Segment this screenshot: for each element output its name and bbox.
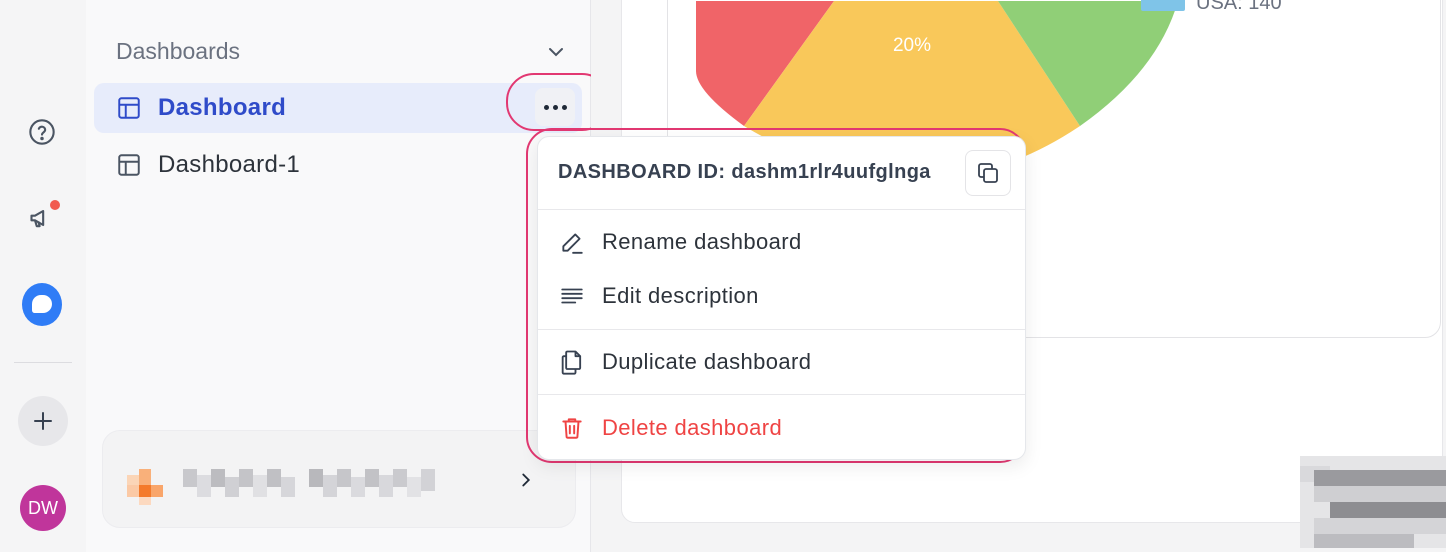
rename-dashboard-item[interactable]: Rename dashboard — [538, 215, 1025, 269]
menu-item-label: Delete dashboard — [602, 415, 783, 440]
menu-divider — [538, 329, 1025, 330]
sidebar: Dashboards Dashboard Dashboard-1 — [86, 0, 610, 552]
trash-icon — [558, 414, 586, 442]
notification-dot — [49, 199, 61, 211]
add-button[interactable] — [18, 396, 68, 446]
sidebar-item-label: Dashboard — [158, 94, 287, 121]
sidebar-item-label: Dashboard-1 — [158, 151, 301, 178]
menu-item-label: Edit description — [602, 283, 759, 308]
sidebar-item-dashboard-1[interactable]: Dashboard-1 — [94, 140, 582, 190]
announcement-icon[interactable] — [22, 198, 62, 238]
legend-label: USA: 140 — [1196, 0, 1282, 14]
pencil-icon — [558, 228, 586, 256]
blurred-widget — [1300, 456, 1446, 548]
dashboard-layout-icon — [116, 152, 142, 178]
chevron-right-icon — [515, 469, 537, 491]
left-rail: DW — [0, 0, 87, 552]
duplicate-dashboard-item[interactable]: Duplicate dashboard — [538, 335, 1025, 389]
organization-switcher[interactable] — [102, 430, 576, 528]
delete-dashboard-item[interactable]: Delete dashboard — [538, 401, 1025, 455]
menu-divider — [538, 394, 1025, 395]
help-icon[interactable] — [22, 112, 62, 152]
copy-icon — [978, 163, 998, 183]
menu-item-label: Duplicate dashboard — [602, 349, 812, 374]
rail-divider — [14, 362, 72, 363]
avatar[interactable]: DW — [20, 485, 66, 531]
chevron-down-icon[interactable] — [544, 40, 568, 64]
legend-swatch — [1141, 0, 1185, 11]
dashboard-id-text: DASHBOARD ID: dashm1rlr4uufglnga — [558, 161, 931, 183]
pie-slice-label: 20% — [893, 35, 931, 56]
menu-item-label: Rename dashboard — [602, 229, 802, 254]
dashboard-id-row: DASHBOARD ID: dashm1rlr4uufglnga — [538, 137, 1025, 210]
dashboard-options-menu: DASHBOARD ID: dashm1rlr4uufglnga Rename … — [537, 136, 1026, 460]
chat-icon[interactable] — [22, 282, 62, 326]
blurred-org-name — [127, 469, 447, 505]
section-title: Dashboards — [116, 38, 241, 64]
duplicate-icon — [558, 348, 586, 376]
dashboard-layout-icon — [116, 95, 142, 121]
text-lines-icon — [558, 282, 586, 310]
copy-id-button[interactable] — [965, 150, 1011, 196]
edit-description-item[interactable]: Edit description — [538, 269, 1025, 323]
